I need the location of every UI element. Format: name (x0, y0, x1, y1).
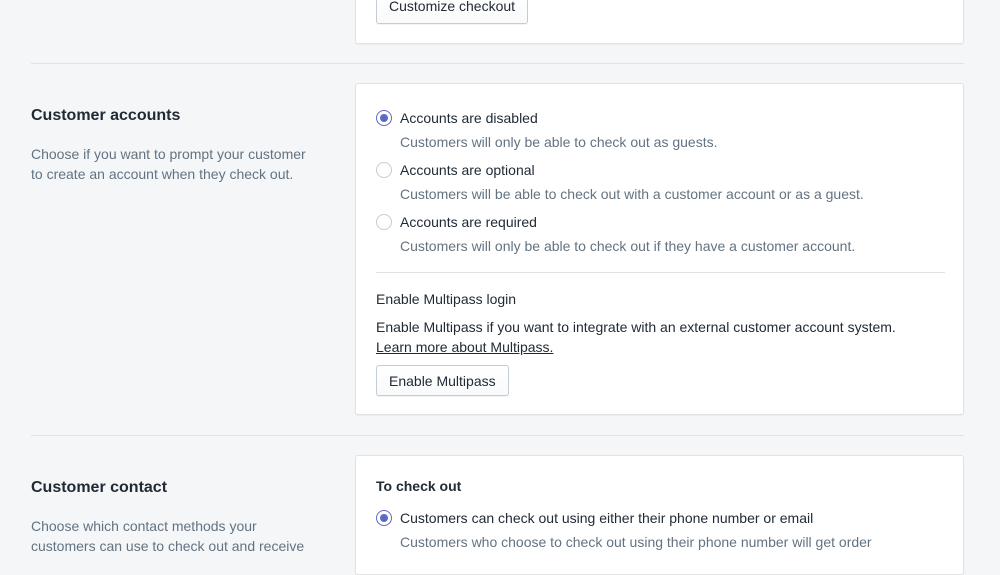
card-section-divider (376, 272, 945, 273)
radio-help-text: Customers will only be able to check out… (400, 134, 718, 150)
radio-checked-icon[interactable] (376, 110, 392, 126)
to-check-out-heading: To check out (376, 478, 462, 494)
radio-checked-icon[interactable] (376, 510, 392, 526)
checkout-card: Customize checkout (355, 0, 964, 44)
radio-accounts-optional[interactable]: Accounts are optional (376, 160, 535, 180)
customer-contact-card: To check out Customers can check out usi… (355, 455, 964, 575)
radio-label: Accounts are disabled (400, 110, 538, 126)
multipass-learn-more-wrap: Learn more about Multipass. (376, 337, 553, 357)
radio-unchecked-icon[interactable] (376, 214, 392, 230)
section-divider (31, 435, 964, 436)
multipass-description: Enable Multipass if you want to integrat… (376, 319, 896, 335)
customer-accounts-card: Accounts are disabled Customers will onl… (355, 83, 964, 415)
radio-label: Customers can check out using either the… (400, 510, 814, 526)
customer-contact-description: Choose which contact methods your custom… (31, 518, 305, 554)
radio-help-text: Customers who choose to check out using … (400, 534, 872, 550)
customize-checkout-button[interactable]: Customize checkout (376, 0, 529, 24)
radio-accounts-disabled[interactable]: Accounts are disabled (376, 108, 538, 128)
radio-label: Accounts are required (400, 214, 537, 230)
radio-label: Accounts are optional (400, 162, 535, 178)
customer-accounts-description: Choose if you want to prompt your custom… (31, 146, 306, 182)
enable-multipass-button[interactable]: Enable Multipass (376, 365, 509, 396)
customer-accounts-title: Customer accounts (31, 107, 181, 124)
radio-unchecked-icon[interactable] (376, 162, 392, 178)
learn-more-multipass-link[interactable]: Learn more about Multipass. (376, 339, 553, 355)
multipass-heading: Enable Multipass login (376, 291, 517, 307)
radio-help-text: Customers will be able to check out with… (400, 186, 864, 202)
radio-help-text: Customers will only be able to check out… (400, 238, 856, 254)
customer-contact-title: Customer contact (31, 479, 168, 496)
section-divider (31, 63, 964, 64)
radio-accounts-required[interactable]: Accounts are required (376, 212, 537, 232)
radio-phone-or-email[interactable]: Customers can check out using either the… (376, 508, 813, 528)
